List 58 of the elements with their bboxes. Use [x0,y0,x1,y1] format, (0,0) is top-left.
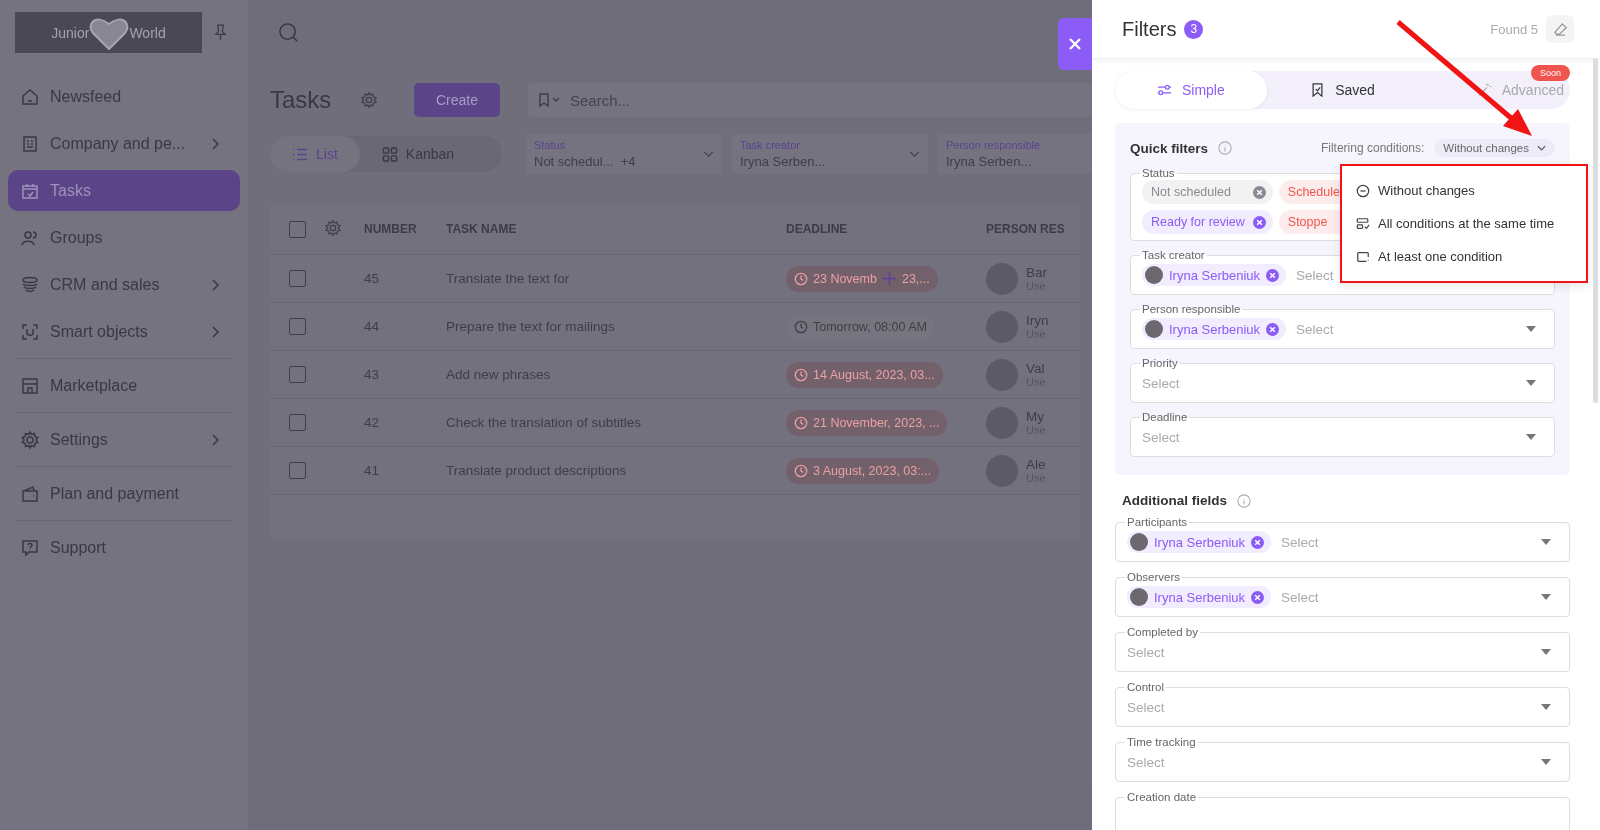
count-badge: 3 [1184,19,1204,39]
menu-item-label: Without changes [1378,183,1475,198]
results-count: Found 5 [1490,21,1538,37]
select-placeholder: Select [1281,589,1319,605]
nav-label: Tasks [50,181,92,200]
deadline-text: 3 August, 2023, 03:... [813,463,932,478]
select-placeholder: Select [1142,429,1180,445]
page-title: Tasks [270,86,333,114]
panel-title: Filters [1122,17,1177,41]
deadline-text: Tomorrow, 08:00 AM [813,319,927,334]
logo-text: World [129,24,166,41]
filter-value: Iryna Serben... [946,154,1033,169]
section-title: Quick filters [1130,140,1209,156]
field-label: Status [1141,167,1176,179]
filter-value: Not schedul... +4 [534,154,637,169]
field-label: Participants [1126,516,1189,528]
status-tag: Ready for review [1142,210,1273,234]
field-label: Time tracking [1126,736,1197,748]
menu-item-label: At least one condition [1378,249,1503,264]
deadline-text: 21 November, 2023, ... [813,415,940,430]
field-label: Completed by [1126,626,1199,638]
field-label: Priority [1141,357,1179,369]
nav-label: Groups [50,228,104,247]
field-label: Person responsible [1141,303,1242,315]
field-label: Task creator [1141,249,1206,261]
menu-item-label: All conditions at the same time [1378,216,1555,231]
filter-value: Iryna Serben... [740,154,827,169]
select-placeholder: Select [1281,534,1319,550]
select-placeholder: Select [1296,267,1334,283]
person-name: Iryna Serbeniuk [1154,534,1246,550]
conditions-label: Filtering conditions: [1320,141,1425,155]
person-name: Iryna Serbeniuk [1169,267,1261,283]
nav-label: Plan and payment [50,484,180,503]
status-tag: Not scheduled [1142,180,1273,204]
logo-text: Junior [51,24,90,41]
select-placeholder: Select [1127,754,1165,770]
person-name: Iryna Serbeniuk [1169,321,1261,337]
section-title: Additional fields [1122,493,1227,508]
nav-label: Smart objects [50,322,149,341]
soon-badge: Soon [1530,65,1570,81]
nav-label: Newsfeed [50,87,123,106]
deadline-text: 14 August, 2023, 03... [813,367,935,382]
field-label: Deadline [1141,411,1189,423]
nav-label: Support [50,538,108,557]
nav-label: CRM and sales [50,275,161,294]
select-placeholder: Select [1142,375,1180,391]
deadline-text: 23,... [901,271,930,286]
field-label: Creation date [1126,791,1198,803]
select-placeholder: Select [1296,321,1334,337]
nav-label: Settings [50,430,109,449]
nav-label: Company and pe... [50,134,187,153]
select-placeholder: Select [1127,699,1165,715]
field-label: Control [1126,681,1166,693]
deadline-text: 23 Novemb [813,271,877,286]
person-name: Iryna Serbeniuk [1154,589,1246,605]
nav-label: Marketplace [50,376,139,395]
field-label: Observers [1126,571,1182,583]
select-placeholder: Select [1127,644,1165,660]
